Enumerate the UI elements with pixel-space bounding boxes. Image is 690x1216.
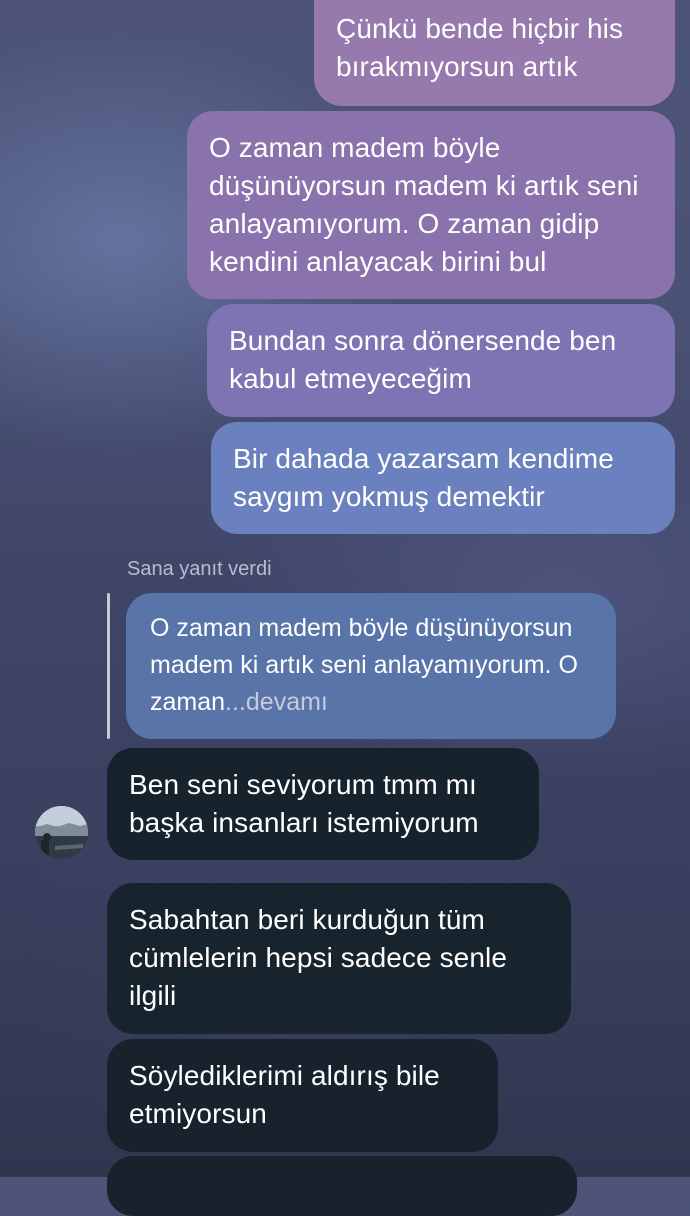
- received-message[interactable]: [107, 1156, 577, 1216]
- sent-message[interactable]: Bundan sonra dönersende ben kabul etmeye…: [207, 304, 675, 417]
- reply-label: Sana yanıt verdi: [127, 558, 272, 580]
- message-text: Söylediklerimi aldırış bile etmiyorsun: [129, 1060, 440, 1129]
- quoted-message[interactable]: O zaman madem böyle düşünüyorsun madem k…: [126, 593, 616, 739]
- reply-indicator-bar: [107, 593, 110, 739]
- message-text: Sabahtan beri kurduğun tüm cümlelerin he…: [129, 904, 508, 1011]
- contact-avatar[interactable]: [35, 806, 88, 859]
- sent-message[interactable]: Bir dahada yazarsam kendime saygım yokmu…: [211, 422, 675, 534]
- chat-thread[interactable]: Çünkü bende hiçbir his bırakmıyorsun art…: [0, 0, 690, 1216]
- received-message[interactable]: Söylediklerimi aldırış bile etmiyorsun: [107, 1039, 498, 1152]
- message-text: Ben seni seviyorum tmm mı başka insanlar…: [129, 769, 479, 838]
- quoted-text: O zaman madem böyle düşünüyorsun madem k…: [150, 614, 578, 716]
- message-text: Bir dahada yazarsam kendime saygım yokmu…: [233, 443, 614, 512]
- sent-message[interactable]: O zaman madem böyle düşünüyorsun madem k…: [187, 111, 675, 299]
- message-text: Bundan sonra dönersende ben kabul etmeye…: [229, 325, 617, 394]
- message-text: Çünkü bende hiçbir his bırakmıyorsun art…: [336, 13, 624, 82]
- received-message[interactable]: Ben seni seviyorum tmm mı başka insanlar…: [107, 748, 539, 860]
- received-message[interactable]: Sabahtan beri kurduğun tüm cümlelerin he…: [107, 883, 571, 1034]
- sent-message[interactable]: Çünkü bende hiçbir his bırakmıyorsun art…: [314, 0, 675, 106]
- see-more-link[interactable]: ...devamı: [225, 688, 328, 716]
- message-text: O zaman madem böyle düşünüyorsun madem k…: [209, 132, 639, 277]
- avatar-photo-icon: [35, 806, 88, 859]
